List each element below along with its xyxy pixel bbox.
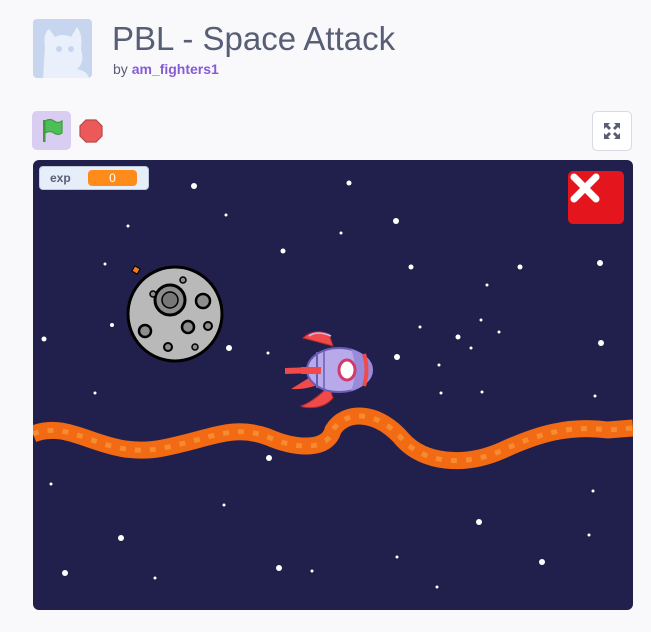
fullscreen-button[interactable] xyxy=(592,111,632,151)
stage-scene xyxy=(33,180,633,589)
monitor-label: exp xyxy=(50,171,71,185)
rocket-ship xyxy=(285,331,373,409)
project-stage[interactable]: exp 0 xyxy=(33,160,633,610)
project-byline: by am_fighters1 xyxy=(113,61,219,77)
stop-button[interactable] xyxy=(78,118,104,144)
lava-wave xyxy=(33,407,633,470)
moon-asteroid xyxy=(126,265,224,363)
close-icon xyxy=(570,173,600,203)
project-title: PBL - Space Attack xyxy=(112,20,396,57)
close-x-button[interactable] xyxy=(568,171,624,224)
author-link[interactable]: am_fighters1 xyxy=(132,61,219,77)
green-flag-button[interactable] xyxy=(32,111,71,150)
by-label: by xyxy=(113,61,128,77)
monitor-value: 0 xyxy=(88,170,137,186)
project-thumbnail[interactable] xyxy=(33,19,92,78)
cat-silhouette-icon xyxy=(43,27,89,78)
green-flag-icon xyxy=(42,118,63,142)
fullscreen-icon xyxy=(604,123,620,139)
variable-monitor-exp: exp 0 xyxy=(39,166,149,190)
stop-sign-icon xyxy=(79,119,103,143)
